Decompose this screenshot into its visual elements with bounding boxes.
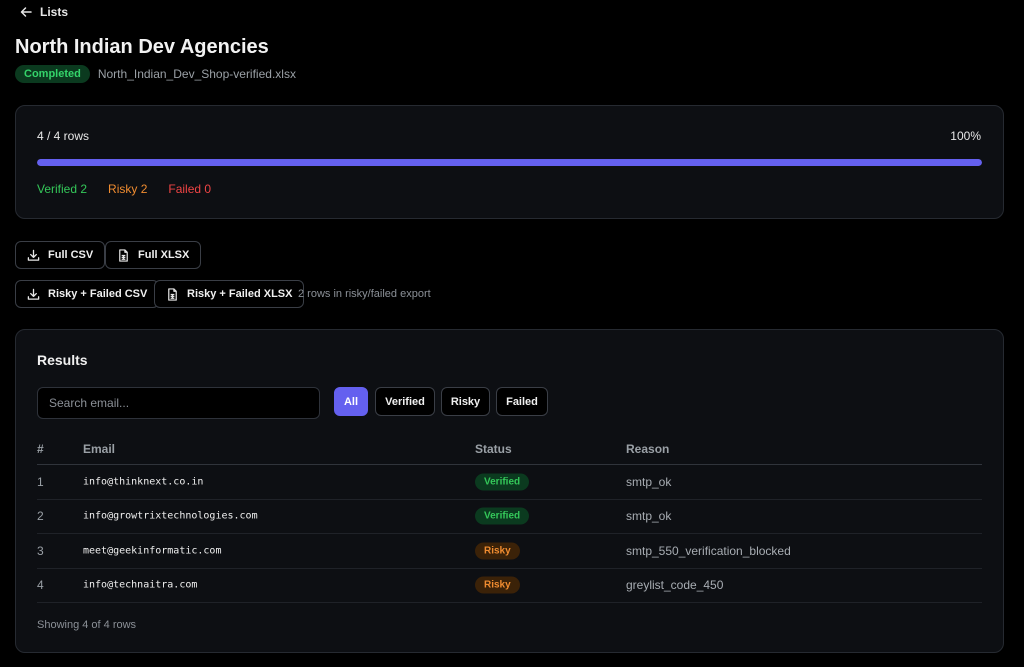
row-reason: smtp_550_verification_blocked	[626, 543, 791, 558]
table-row: 2 info@growtrixtechnologies.com Verified…	[37, 500, 982, 534]
row-reason: smtp_ok	[626, 474, 672, 489]
row-count-footer: Showing 4 of 4 rows	[37, 619, 137, 631]
back-link[interactable]: Lists	[20, 4, 68, 20]
status-badge-risky: Risky	[475, 542, 520, 560]
status-badge-risky: Risky	[475, 576, 520, 594]
table-row: 1 info@thinknext.co.in Verified smtp_ok	[37, 465, 982, 500]
table-row: 4 info@technaitra.com Risky greylist_cod…	[37, 569, 982, 603]
full-csv-label: Full CSV	[48, 249, 94, 261]
full-xlsx-button[interactable]: Full XLSX	[105, 241, 202, 269]
progress-percent: 100%	[950, 129, 981, 143]
row-status: Verified	[475, 473, 530, 491]
filter-failed-button[interactable]: Failed	[496, 387, 548, 416]
row-status: Verified	[475, 507, 530, 525]
filter-verified-button[interactable]: Verified	[375, 387, 435, 416]
risky-count: Risky 2	[108, 182, 148, 196]
risky-failed-csv-label: Risky + Failed CSV	[48, 288, 148, 300]
back-link-label: Lists	[40, 5, 69, 19]
row-status: Risky	[475, 542, 520, 560]
row-email: info@growtrixtechnologies.com	[83, 510, 258, 522]
full-csv-button[interactable]: Full CSV	[15, 241, 106, 269]
row-email: info@technaitra.com	[83, 579, 198, 591]
progress-stats: Verified 2 Risky 2 Failed 0	[37, 182, 211, 196]
page-title: North Indian Dev Agencies	[15, 36, 269, 58]
column-header-reason: Reason	[626, 442, 670, 456]
row-number: 3	[37, 543, 44, 558]
row-reason: smtp_ok	[626, 509, 672, 524]
search-email-input[interactable]	[37, 387, 320, 419]
row-number: 1	[37, 474, 44, 489]
table-header: # Email Status Reason	[37, 433, 982, 465]
results-title: Results	[37, 352, 88, 368]
results-card: Results All Verified Risky Failed # Emai…	[15, 329, 1004, 653]
progress-bar-fill	[37, 159, 982, 166]
spreadsheet-file-icon	[168, 287, 177, 301]
results-table: # Email Status Reason 1 info@thinknext.c…	[37, 433, 982, 603]
risky-failed-xlsx-label: Risky + Failed XLSX	[187, 288, 293, 300]
column-header-status: Status	[475, 442, 512, 456]
progress-bar	[37, 159, 982, 166]
status-badge-verified: Verified	[475, 473, 530, 491]
risky-failed-xlsx-button[interactable]: Risky + Failed XLSX	[154, 280, 305, 308]
row-number: 2	[37, 509, 44, 524]
row-status: Risky	[475, 576, 520, 594]
status-badge-verified: Verified	[475, 507, 530, 525]
source-filename: North_Indian_Dev_Shop-verified.xlsx	[97, 67, 296, 81]
export-note: 2 rows in risky/failed export	[298, 288, 431, 300]
spreadsheet-file-icon	[119, 248, 128, 262]
download-icon	[27, 288, 40, 300]
verified-count: Verified 2	[37, 182, 88, 196]
progress-card: 4 / 4 rows 100% Verified 2 Risky 2 Faile…	[15, 105, 1004, 219]
full-xlsx-label: Full XLSX	[138, 249, 190, 261]
filter-all-button[interactable]: All	[334, 387, 368, 416]
list-meta: Completed North_Indian_Dev_Shop-verified…	[15, 64, 296, 84]
arrow-left-icon	[20, 7, 32, 17]
row-number: 4	[37, 578, 44, 593]
risky-failed-csv-button[interactable]: Risky + Failed CSV	[15, 280, 160, 308]
column-header-number: #	[37, 442, 44, 456]
download-icon	[27, 249, 40, 261]
table-row: 3 meet@geekinformatic.com Risky smtp_550…	[37, 534, 982, 569]
status-badge: Completed	[15, 65, 90, 83]
failed-count: Failed 0	[168, 182, 212, 196]
column-header-email: Email	[83, 442, 116, 456]
progress-rows-count: 4 / 4 rows	[37, 129, 90, 143]
row-email: info@thinknext.co.in	[83, 476, 204, 488]
row-reason: greylist_code_450	[626, 578, 724, 593]
filter-risky-button[interactable]: Risky	[441, 387, 490, 416]
row-email: meet@geekinformatic.com	[83, 545, 222, 557]
